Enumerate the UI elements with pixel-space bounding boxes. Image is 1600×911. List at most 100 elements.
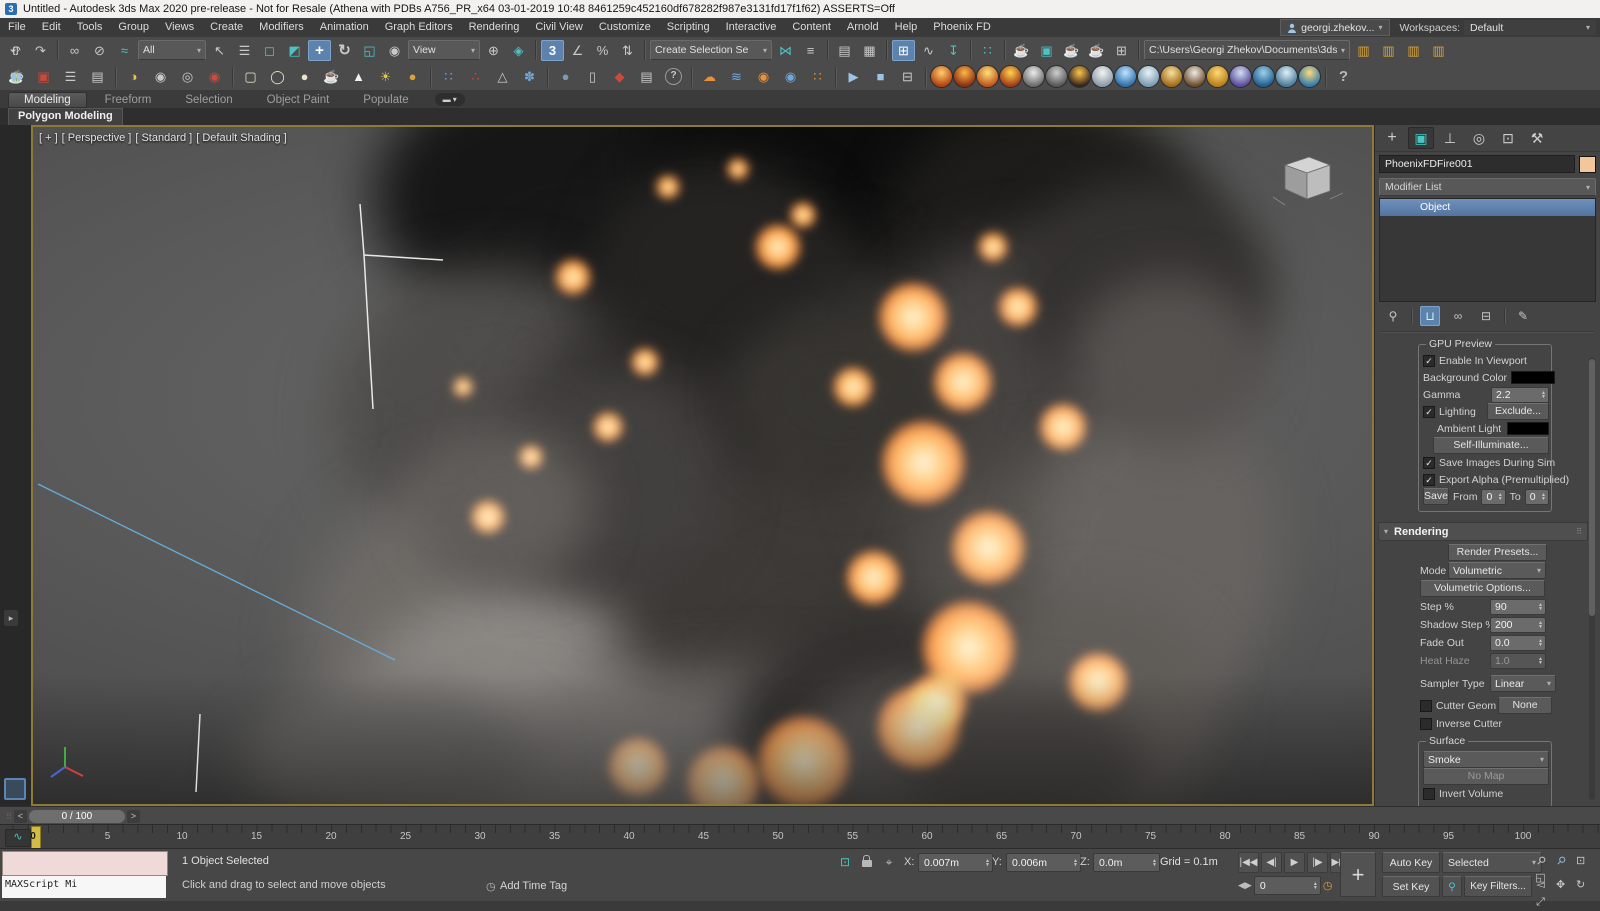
next-frame-button[interactable]: >: [127, 810, 140, 823]
viewport[interactable]: [ + ][ Perspective ][ Standard ][ Defaul…: [31, 125, 1374, 806]
next-frame-button[interactable]: |▶: [1307, 852, 1328, 873]
go-to-start-button[interactable]: |◀◀: [1238, 852, 1259, 873]
viewport-standard-menu[interactable]: [ Standard ]: [135, 132, 192, 144]
viewport-general-menu[interactable]: [ + ]: [39, 132, 58, 144]
physical-camera-icon[interactable]: ◉: [202, 65, 227, 88]
ribbon-minimize-button[interactable]: ▬ ▾: [435, 93, 465, 106]
save-images-checkbox[interactable]: ✓: [1423, 457, 1435, 469]
menu-group[interactable]: Group: [110, 18, 157, 37]
ribbon-tab-modeling[interactable]: Modeling: [8, 92, 87, 108]
save-from-spinner[interactable]: 0▲▼: [1481, 489, 1505, 505]
render-iterative-icon[interactable]: ☕: [1085, 40, 1108, 61]
mode-dropdown[interactable]: Volumetric▾: [1448, 562, 1546, 579]
preset-explosion-crate[interactable]: [1000, 66, 1021, 87]
volumetric-options-button[interactable]: Volumetric Options...: [1420, 580, 1545, 597]
key-filters-button[interactable]: Key Filters...: [1464, 876, 1532, 897]
zoom-all-icon[interactable]: ⚲: [1549, 849, 1573, 873]
scene-explorer-icon[interactable]: ▤: [833, 40, 856, 61]
preset-coffee[interactable]: [1184, 66, 1205, 87]
pause-sim-icon[interactable]: ▮▮: [4, 65, 29, 88]
sampler-type-dropdown[interactable]: Linear▾: [1490, 675, 1556, 692]
rendering-rollout-header[interactable]: ▾ Rendering ⠿: [1378, 522, 1588, 541]
render-presets-button[interactable]: Render Presets...: [1448, 544, 1547, 561]
material-editor-icon[interactable]: ∷: [976, 40, 999, 61]
lighting-checkbox[interactable]: ✓: [1423, 406, 1435, 418]
menu-civil-view[interactable]: Civil View: [527, 18, 590, 37]
preset-ink[interactable]: [1230, 66, 1251, 87]
ocean-volume-icon[interactable]: ◉: [778, 65, 803, 88]
window-crossing-icon[interactable]: ◩: [283, 40, 306, 61]
enable-in-viewport-checkbox[interactable]: ✓: [1423, 355, 1435, 367]
ribbon-tab-freeform[interactable]: Freeform: [89, 92, 168, 108]
object-name-field[interactable]: PhoenixFDFire001: [1379, 155, 1575, 173]
track-bar[interactable]: ∿ 05101520253035404550556065707580859095…: [0, 824, 1600, 849]
unlink-selection-icon[interactable]: ⊘: [88, 40, 111, 61]
project-link-icon[interactable]: ▥: [1402, 40, 1425, 61]
gamma-spinner[interactable]: 2.2▲▼: [1491, 387, 1549, 403]
create-tab-icon[interactable]: +: [1379, 127, 1405, 149]
ribbon-tab-populate[interactable]: Populate: [347, 92, 424, 108]
previous-frame-button[interactable]: <: [14, 810, 27, 823]
menu-create[interactable]: Create: [202, 18, 251, 37]
state-sets-icon[interactable]: ⊞: [1110, 40, 1133, 61]
select-object-icon[interactable]: ↖: [208, 40, 231, 61]
absolute-mode-transform-icon[interactable]: ⌖: [880, 853, 898, 871]
layer-explorer-icon[interactable]: ▦: [858, 40, 881, 61]
light-lister-icon[interactable]: ◑: [121, 65, 146, 88]
phoenix-particles-icon[interactable]: ∷: [805, 65, 830, 88]
open-project-folder-icon[interactable]: ▥: [1377, 40, 1400, 61]
menu-customize[interactable]: Customize: [591, 18, 659, 37]
panel-scrollbar[interactable]: [1589, 357, 1595, 800]
save-button[interactable]: Save: [1423, 488, 1449, 505]
preset-fire[interactable]: [931, 66, 952, 87]
sphere-blue-icon[interactable]: ●: [553, 65, 578, 88]
reference-coordinate-dropdown[interactable]: View▾: [408, 40, 480, 60]
isolate-selection-toggle-icon[interactable]: ⊡: [836, 853, 854, 871]
ambient-light-swatch[interactable]: [1507, 422, 1549, 435]
sphere-light-icon[interactable]: ●: [292, 65, 317, 88]
mesh-light-icon[interactable]: ☕: [319, 65, 344, 88]
phoenixfd-liquid-sim-icon[interactable]: ≋: [724, 65, 749, 88]
ies-light-icon[interactable]: ▲: [346, 65, 371, 88]
project-path-field[interactable]: C:\Users\Georgi Zhekov\Documents\3ds Max…: [1144, 40, 1350, 60]
ambient-light-icon[interactable]: ●: [400, 65, 425, 88]
set-keys-button[interactable]: +: [1340, 852, 1376, 897]
preset-beach[interactable]: [1299, 66, 1320, 87]
menu-graph-editors[interactable]: Graph Editors: [377, 18, 461, 37]
preset-explosion[interactable]: [977, 66, 998, 87]
preset-clouds[interactable]: [1092, 66, 1113, 87]
pan-hand-icon[interactable]: ✥: [1552, 877, 1569, 894]
menu-views[interactable]: Views: [157, 18, 202, 37]
vray-settings-icon[interactable]: ▤: [85, 65, 110, 88]
export-alpha-checkbox[interactable]: ✓: [1423, 474, 1435, 486]
select-and-manipulate-icon[interactable]: ◈: [507, 40, 530, 61]
red-drop-icon[interactable]: ◆: [607, 65, 632, 88]
previous-frame-button[interactable]: ◀|: [1261, 852, 1282, 873]
key-step-icon[interactable]: ◀▶: [1238, 880, 1252, 891]
spinner-arrows[interactable]: ▲▼: [1541, 391, 1546, 399]
preset-iceberg[interactable]: [1138, 66, 1159, 87]
flyout-arrow-button[interactable]: ▸: [4, 610, 18, 626]
forces-icon[interactable]: ∴: [463, 65, 488, 88]
id-card-icon[interactable]: ▯: [580, 65, 605, 88]
preset-waterfall[interactable]: [1276, 66, 1297, 87]
menu-scripting[interactable]: Scripting: [659, 18, 718, 37]
preset-candle[interactable]: [1069, 66, 1090, 87]
angle-snap-icon[interactable]: ∠: [566, 40, 589, 61]
maximize-viewport-toggle-icon[interactable]: ⤢: [1532, 894, 1549, 911]
snaps-toggle-icon[interactable]: 3: [541, 40, 564, 61]
current-frame-field[interactable]: 0▲▼: [1254, 876, 1321, 895]
render-production-icon[interactable]: ☕: [1060, 40, 1083, 61]
display-tab-icon[interactable]: ⊡: [1495, 127, 1521, 149]
menu-tools[interactable]: Tools: [69, 18, 111, 37]
utilities-tab-icon[interactable]: ⚒: [1524, 127, 1550, 149]
exclude-button[interactable]: Exclude...: [1487, 403, 1549, 420]
menu-arnold[interactable]: Arnold: [839, 18, 887, 37]
user-account-button[interactable]: georgi.zhekov... ▾: [1280, 19, 1389, 36]
viewport-pov-menu[interactable]: [ Perspective ]: [62, 132, 132, 144]
rendered-frame-window-icon[interactable]: ▣: [1035, 40, 1058, 61]
select-and-rotate-icon[interactable]: ↻: [333, 40, 356, 61]
x-coord-field[interactable]: 0.007m▲▼: [918, 853, 993, 872]
workspace-dropdown[interactable]: Default ▾: [1464, 20, 1596, 35]
make-unique-icon[interactable]: ∞: [1448, 306, 1468, 326]
